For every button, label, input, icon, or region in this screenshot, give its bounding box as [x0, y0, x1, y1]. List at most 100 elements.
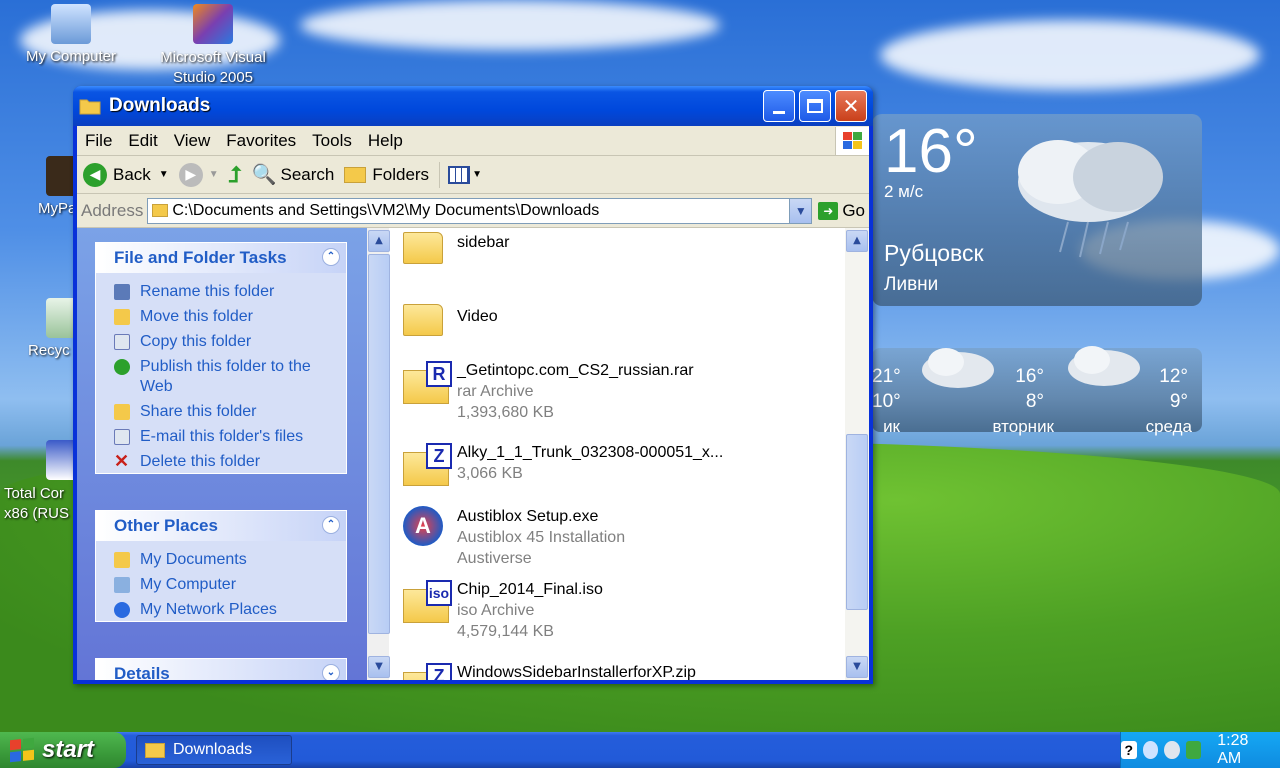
wind-speed: 2 м/с [884, 182, 924, 201]
place-my-documents[interactable]: My Documents [96, 547, 346, 572]
start-button[interactable]: start [0, 732, 126, 768]
explorer-window: Downloads ✕ File Edit View Favorites Too… [73, 86, 873, 684]
panel-header[interactable]: Details ⌄ [96, 659, 346, 680]
scrollbar-thumb[interactable] [368, 254, 390, 634]
toolbar-divider [439, 161, 441, 188]
task-delete-folder[interactable]: ✕ Delete this folder [96, 449, 346, 474]
file-type: rar Archive [457, 383, 534, 400]
weather-city: Рубцовск [884, 240, 984, 266]
menu-help[interactable]: Help [360, 131, 411, 151]
folder-item[interactable]: sidebar [403, 228, 509, 268]
panel-header[interactable]: Other Places ⌃ [96, 511, 346, 541]
place-my-network[interactable]: My Network Places [96, 597, 346, 622]
rain-cloud-icon [1018, 140, 1163, 258]
task-copy-folder[interactable]: Copy this folder [96, 329, 346, 354]
chevron-down-icon[interactable]: ▼ [159, 169, 169, 180]
forecast-day: 12° 9° среда [1146, 364, 1192, 436]
file-item[interactable]: iso Chip_2014_Final.iso iso Archive 4,57… [403, 579, 603, 642]
scroll-down-button[interactable]: ▼ [846, 656, 868, 678]
desktop-icon-mypa[interactable]: MyPa [0, 156, 86, 217]
close-icon: ✕ [842, 94, 860, 118]
windows-logo-icon [10, 737, 34, 763]
task-publish-folder[interactable]: Publish this folder to the Web [96, 354, 346, 399]
disc-icon[interactable] [1164, 741, 1180, 759]
menu-view[interactable]: View [166, 131, 219, 151]
back-button[interactable]: ◀ Back ▼ [83, 162, 169, 187]
taskbar-button-downloads[interactable]: Downloads [136, 735, 292, 765]
menu-favorites[interactable]: Favorites [218, 131, 304, 151]
weather-gadget[interactable]: 16° 2 м/с Рубцовск Ливни [872, 114, 1202, 306]
cloud-icon [922, 348, 994, 388]
menu-tools[interactable]: Tools [304, 131, 360, 151]
task-email-files[interactable]: E-mail this folder's files [96, 424, 346, 449]
address-bar: Address C:\Documents and Settings\VM2\My… [77, 194, 869, 228]
desktop-icon-recycle-bin[interactable]: Recyc [0, 298, 86, 359]
task-share-folder[interactable]: Share this folder [96, 399, 346, 424]
forecast-low: 9° [1169, 391, 1188, 412]
desktop-icon-label: My Computer [25, 48, 117, 65]
search-button[interactable]: 🔍 Search [252, 162, 335, 187]
file-item[interactable]: R _Getintopc.com_CS2_russian.rar rar Arc… [403, 360, 694, 423]
expand-icon[interactable]: ⌄ [322, 664, 340, 680]
forecast-low: 10° [872, 391, 901, 412]
collapse-icon[interactable]: ⌃ [322, 248, 340, 266]
expand-tray-icon[interactable] [1142, 741, 1159, 759]
forward-button[interactable]: ▶ ▼ [178, 162, 219, 187]
network-icon[interactable] [1185, 741, 1202, 759]
views-button[interactable]: ▼ [448, 165, 482, 184]
place-label: My Network Places [140, 601, 277, 618]
desktop-icon-my-computer[interactable]: My Computer [16, 4, 126, 65]
panel-header[interactable]: File and Folder Tasks ⌃ [96, 243, 346, 273]
scroll-down-button[interactable]: ▼ [368, 656, 390, 678]
collapse-icon[interactable]: ⌃ [322, 516, 340, 534]
task-label: Copy this folder [140, 333, 252, 350]
panel-title: Details [114, 664, 170, 680]
go-arrow-icon: ➜ [818, 201, 839, 220]
move-icon [114, 309, 130, 325]
desktop-icon-label: Recyc [28, 342, 70, 359]
minimize-button[interactable] [763, 90, 795, 122]
scrollbar-thumb[interactable] [846, 434, 868, 610]
file-folder-tasks-panel: File and Folder Tasks ⌃ Rename this fold… [95, 242, 347, 474]
folder-item[interactable]: Video [403, 300, 498, 340]
address-value: C:\Documents and Settings\VM2\My Documen… [172, 201, 600, 219]
file-item[interactable]: A Austiblox Setup.exe Austiblox 45 Insta… [403, 506, 625, 569]
task-label: Delete this folder [140, 453, 261, 470]
file-company: Austiverse [457, 550, 532, 567]
place-label: My Documents [140, 551, 247, 568]
task-rename-folder[interactable]: Rename this folder [96, 279, 346, 304]
archive-tag: iso [426, 580, 452, 606]
scroll-up-button[interactable]: ▲ [368, 230, 390, 252]
task-pane-scrollbar[interactable]: ▲ ▼ [367, 228, 390, 680]
maximize-button[interactable] [799, 90, 831, 122]
up-folder-button[interactable]: ⮥ [229, 162, 242, 188]
task-move-folder[interactable]: Move this folder [96, 304, 346, 329]
views-icon [448, 165, 471, 184]
desktop-icon-total-commander[interactable]: Total Cor x86 (RUS [0, 440, 86, 524]
clock[interactable]: 1:28 AM [1217, 732, 1268, 768]
file-list-scrollbar[interactable]: ▲ ▼ [845, 228, 869, 680]
zip-archive-icon: Z [403, 443, 452, 486]
place-my-computer[interactable]: My Computer [96, 572, 346, 597]
folders-label: Folders [372, 164, 430, 184]
file-item[interactable]: Z WindowsSidebarInstallerforXP.zip [403, 662, 696, 680]
file-type: iso Archive [457, 602, 535, 619]
forecast-day-label: вторник [992, 417, 1054, 436]
menu-bar: File Edit View Favorites Tools Help [77, 126, 869, 156]
title-bar[interactable]: Downloads ✕ [73, 86, 873, 126]
desktop-icon-visual-studio[interactable]: Microsoft Visual Studio 2005 [158, 4, 268, 84]
folders-button[interactable]: Folders [344, 165, 429, 185]
address-label: Address [81, 200, 144, 220]
menu-edit[interactable]: Edit [120, 131, 165, 151]
file-size: 4,579,144 KB [457, 623, 554, 640]
installer-icon: A [403, 506, 443, 546]
menu-file[interactable]: File [77, 131, 120, 151]
address-input[interactable]: C:\Documents and Settings\VM2\My Documen… [147, 197, 813, 224]
go-button[interactable]: ➜ Go [818, 201, 865, 221]
scroll-up-button[interactable]: ▲ [846, 230, 868, 252]
file-item[interactable]: Z Alky_1_1_Trunk_032308-000051_x... 3,06… [403, 442, 723, 486]
weather-forecast[interactable]: 21° 10° ик 16° 8° вторник 12° 9° среда [872, 346, 1202, 436]
close-button[interactable]: ✕ [835, 90, 867, 122]
help-icon[interactable]: ? [1121, 741, 1137, 759]
chevron-down-icon[interactable]: ▼ [789, 198, 812, 223]
